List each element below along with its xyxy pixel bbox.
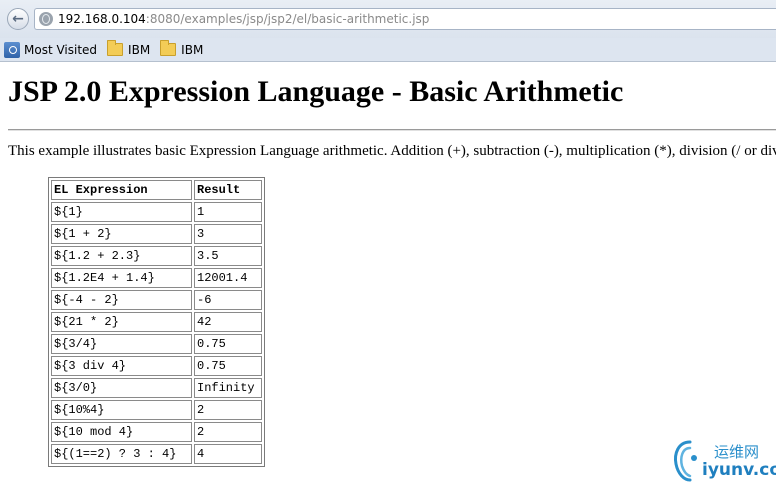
table-row: ${3/0} Infinity — [51, 378, 262, 398]
table-row: ${1.2 + 2.3} 3.5 — [51, 246, 262, 266]
navigation-toolbar: ← 192.168.0.104:8080/examples/jsp/jsp2/e… — [0, 0, 776, 38]
result-cell: 12001.4 — [194, 268, 262, 288]
table-row: ${21 * 2} 42 — [51, 312, 262, 332]
table-row: ${10 mod 4} 2 — [51, 422, 262, 442]
result-cell: 4 — [194, 444, 262, 464]
table-row: ${-4 - 2} -6 — [51, 290, 262, 310]
table-row: ${3 div 4} 0.75 — [51, 356, 262, 376]
most-visited-icon — [4, 41, 20, 58]
horizontal-rule — [8, 129, 776, 131]
result-cell: 1 — [194, 202, 262, 222]
globe-icon — [39, 12, 53, 26]
result-cell: 0.75 — [194, 334, 262, 354]
back-button[interactable]: ← — [7, 8, 29, 30]
el-expression-cell: ${1.2 + 2.3} — [51, 246, 192, 266]
url-host: 192.168.0.104 — [58, 12, 146, 26]
result-cell: 42 — [194, 312, 262, 332]
el-expression-cell: ${21 * 2} — [51, 312, 192, 332]
el-expression-cell: ${1.2E4 + 1.4} — [51, 268, 192, 288]
result-cell: 3 — [194, 224, 262, 244]
el-expression-cell: ${1 + 2} — [51, 224, 192, 244]
el-expression-cell: ${-4 - 2} — [51, 290, 192, 310]
result-cell: Infinity — [194, 378, 262, 398]
page-title: JSP 2.0 Expression Language - Basic Arit… — [8, 75, 624, 108]
el-expression-cell: ${10%4} — [51, 400, 192, 420]
table-row: ${1} 1 — [51, 202, 262, 222]
url-path: :8080/examples/jsp/jsp2/el/basic-arithme… — [145, 12, 430, 26]
el-expression-cell: ${(1==2) ? 3 : 4} — [51, 444, 192, 464]
watermark-cn-text: 运维网 — [714, 443, 760, 461]
el-expression-cell: ${1} — [51, 202, 192, 222]
el-expression-cell: ${10 mod 4} — [51, 422, 192, 442]
bookmark-label: IBM — [181, 42, 204, 57]
bookmark-ibm-1[interactable]: IBM — [107, 40, 151, 57]
el-expression-cell: ${3/0} — [51, 378, 192, 398]
bookmark-ibm-2[interactable]: IBM — [160, 40, 204, 57]
table-row: ${1.2E4 + 1.4} 12001.4 — [51, 268, 262, 288]
result-cell: 0.75 — [194, 356, 262, 376]
header-el-expression: EL Expression — [51, 180, 192, 200]
bookmark-label: Most Visited — [24, 42, 98, 57]
table-row: ${3/4} 0.75 — [51, 334, 262, 354]
result-cell: -6 — [194, 290, 262, 310]
address-bar[interactable]: 192.168.0.104:8080/examples/jsp/jsp2/el/… — [34, 8, 776, 30]
table-header-row: EL Expression Result — [51, 180, 262, 200]
watermark-en-text: iyunv.com — [702, 460, 776, 480]
site-watermark: 运维网 iyunv.com — [672, 438, 776, 485]
el-expression-cell: ${3 div 4} — [51, 356, 192, 376]
back-arrow-icon: ← — [12, 11, 24, 27]
result-cell: 2 — [194, 422, 262, 442]
bookmark-label: IBM — [128, 42, 151, 57]
bookmark-most-visited[interactable]: Most Visited — [4, 41, 98, 58]
table-row: ${10%4} 2 — [51, 400, 262, 420]
result-cell: 3.5 — [194, 246, 262, 266]
result-cell: 2 — [194, 400, 262, 420]
table-row: ${1 + 2} 3 — [51, 224, 262, 244]
header-result: Result — [194, 180, 262, 200]
el-results-table: EL Expression Result ${1} 1 ${1 + 2} 3 $… — [48, 177, 265, 467]
bookmarks-toolbar: Most Visited IBM IBM — [0, 38, 776, 62]
table-row: ${(1==2) ? 3 : 4} 4 — [51, 444, 262, 464]
folder-icon — [160, 40, 177, 56]
intro-text: This example illustrates basic Expressio… — [8, 143, 776, 159]
el-expression-cell: ${3/4} — [51, 334, 192, 354]
folder-icon — [107, 40, 124, 56]
